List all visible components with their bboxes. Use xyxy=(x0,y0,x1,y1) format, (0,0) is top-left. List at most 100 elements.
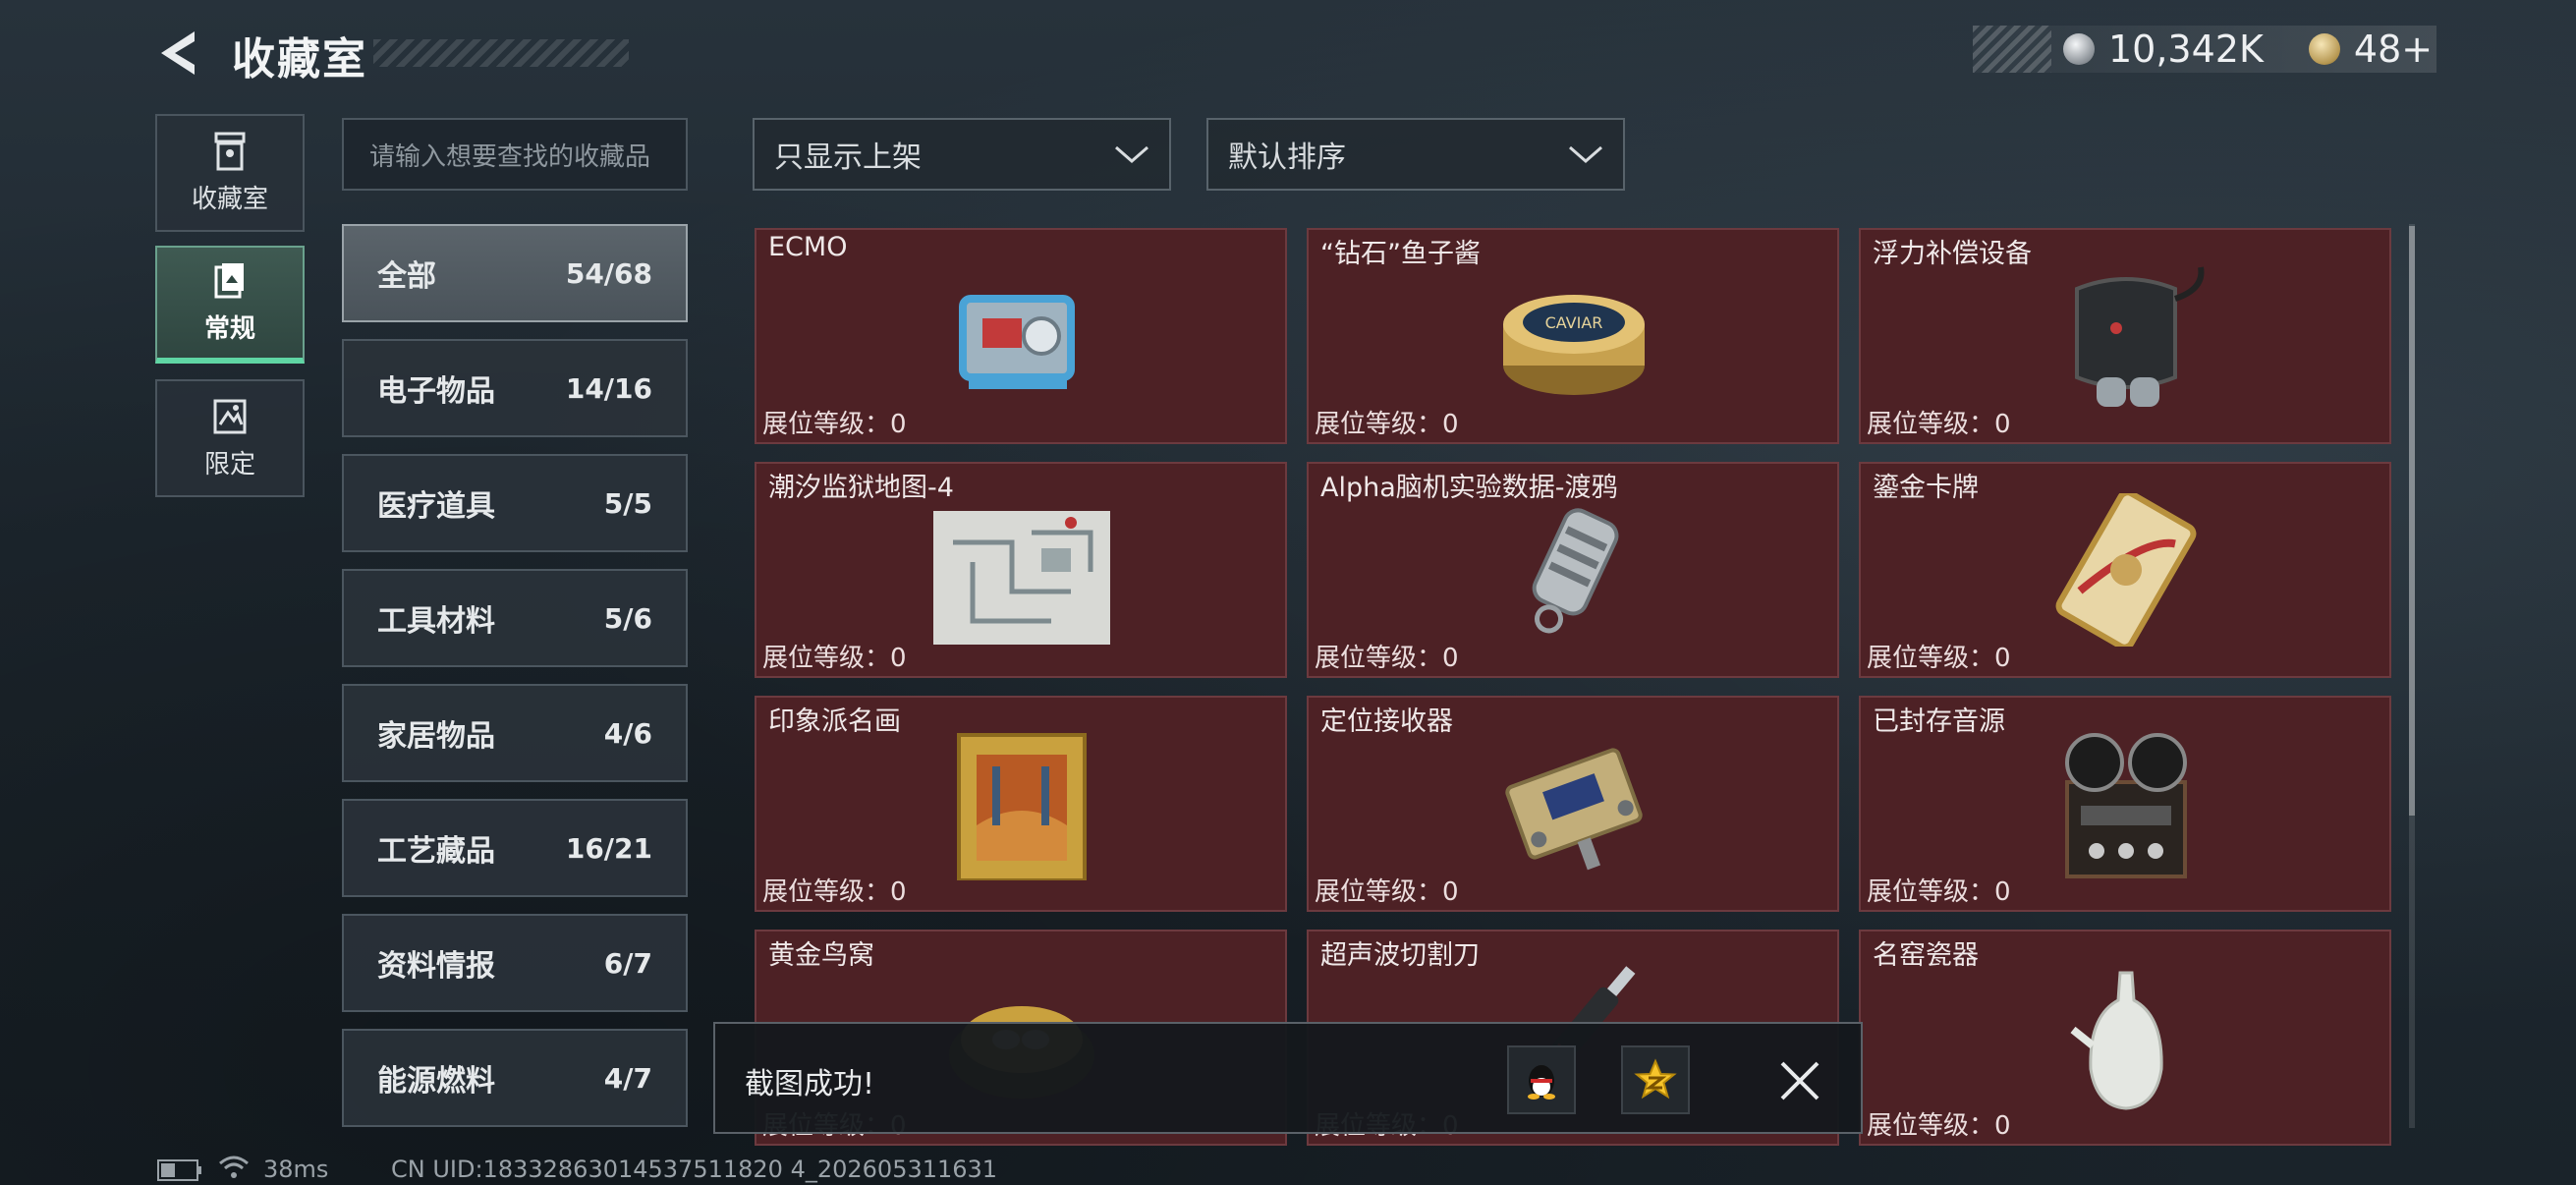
item-name: 浮力补偿设备 xyxy=(1873,239,2032,269)
side-tab-regular[interactable]: 常规 xyxy=(155,246,305,364)
diving-bcd-icon xyxy=(2075,266,2205,407)
side-tab-limited[interactable]: 限定 xyxy=(155,379,305,497)
item-name: 名窑瓷器 xyxy=(1873,940,1979,971)
category-energy[interactable]: 能源燃料 4/7 xyxy=(342,1029,688,1127)
share-qzone-button[interactable] xyxy=(1621,1045,1690,1114)
item-name: 鎏金卡牌 xyxy=(1873,473,1979,503)
item-name: 印象派名画 xyxy=(768,706,901,737)
item-card-prison-map[interactable]: 潮汐监狱地图-4 展位等级：0 xyxy=(755,462,1287,678)
category-intel[interactable]: 资料情报 6/7 xyxy=(342,914,688,1012)
category-crafts[interactable]: 工艺藏品 16/21 xyxy=(342,799,688,897)
screenshot-toast: 截图成功! xyxy=(713,1022,1863,1134)
page-title: 收藏室 xyxy=(232,34,367,85)
category-name: 家居物品 xyxy=(377,719,495,754)
item-name: “钻石”鱼子酱 xyxy=(1320,239,1481,269)
category-name: 工艺藏品 xyxy=(377,834,495,869)
category-electronics[interactable]: 电子物品 14/16 xyxy=(342,339,688,437)
item-card-impressionist-painting[interactable]: 印象派名画 展位等级：0 xyxy=(755,696,1287,912)
grid-scrollbar-thumb[interactable] xyxy=(2409,226,2415,816)
caviar-tin-icon: CAVIAR xyxy=(1503,295,1645,395)
category-count: 16/21 xyxy=(565,831,652,865)
item-name: 超声波切割刀 xyxy=(1320,940,1480,971)
item-display-level: 展位等级：0 xyxy=(1867,410,2011,439)
share-qq-button[interactable] xyxy=(1507,1045,1576,1114)
category-name: 医疗道具 xyxy=(377,489,495,524)
category-count: 5/6 xyxy=(603,601,652,635)
item-display-level: 展位等级：0 xyxy=(1315,877,1459,907)
chevron-down-icon xyxy=(1569,145,1602,163)
category-household[interactable]: 家居物品 4/6 xyxy=(342,684,688,782)
prison-map-icon xyxy=(933,511,1110,645)
category-all[interactable]: 全部 54/68 xyxy=(342,224,688,322)
porcelain-vase-icon xyxy=(2070,971,2163,1110)
battery-icon xyxy=(157,1159,201,1181)
gilded-card-icon xyxy=(2055,493,2197,647)
item-name: 已封存音源 xyxy=(1873,706,2005,737)
side-tab-label: 限定 xyxy=(203,449,255,480)
item-card-diamond-caviar[interactable]: “钻石”鱼子酱 CAVIAR 展位等级：0 xyxy=(1307,228,1839,444)
category-count: 6/7 xyxy=(603,946,652,980)
item-card-sealed-audio[interactable]: 已封存音源 展位等级：0 xyxy=(1859,696,2391,912)
qzone-star-icon xyxy=(1634,1058,1677,1100)
silver-coin-icon xyxy=(2063,33,2095,65)
category-name: 电子物品 xyxy=(377,374,495,409)
item-display-level: 展位等级：0 xyxy=(762,410,907,439)
item-name: 定位接收器 xyxy=(1320,706,1453,737)
category-name: 工具材料 xyxy=(377,604,495,639)
category-name: 资料情报 xyxy=(377,949,495,984)
back-arrow-icon[interactable] xyxy=(155,28,206,79)
filter-dropdown[interactable]: 只显示上架 xyxy=(753,118,1171,191)
item-display-level: 展位等级：0 xyxy=(1867,877,2011,907)
svg-text:CAVIAR: CAVIAR xyxy=(1545,313,1603,332)
wifi-icon xyxy=(219,1156,249,1178)
ecmo-machine-icon xyxy=(959,295,1075,389)
locator-receiver-icon xyxy=(1505,748,1643,871)
data-drive-icon xyxy=(1532,508,1619,634)
item-card-porcelain[interactable]: 名窑瓷器 展位等级：0 xyxy=(1859,930,2391,1146)
side-tab-collection-room[interactable]: 收藏室 xyxy=(155,114,305,232)
reel-tape-recorder-icon xyxy=(2065,733,2187,878)
filter-selected: 只显示上架 xyxy=(774,141,922,175)
gold-coin-icon xyxy=(2308,33,2340,65)
ping-value: 38ms xyxy=(263,1156,329,1183)
category-count: 4/6 xyxy=(603,716,652,750)
item-display-level: 展位等级：0 xyxy=(1867,1111,2011,1141)
title-decoration xyxy=(373,39,629,67)
qq-penguin-icon xyxy=(1528,1065,1555,1100)
item-name: 黄金鸟窝 xyxy=(768,940,874,971)
item-card-ecmo[interactable]: ECMO 展位等级：0 xyxy=(755,228,1287,444)
category-name: 能源燃料 xyxy=(377,1064,495,1099)
chevron-down-icon xyxy=(1115,145,1148,163)
category-count: 54/68 xyxy=(565,256,652,290)
side-tab-label: 收藏室 xyxy=(191,184,268,214)
currency-decoration xyxy=(1973,26,2051,73)
category-medical[interactable]: 医疗道具 5/5 xyxy=(342,454,688,552)
framed-painting-icon xyxy=(957,733,1087,880)
item-display-level: 展位等级：0 xyxy=(1315,644,1459,673)
gold-balance[interactable]: 48+ xyxy=(2354,28,2433,71)
card-stack-icon xyxy=(214,262,244,298)
display-case-icon xyxy=(214,132,246,170)
category-tools[interactable]: 工具材料 5/6 xyxy=(342,569,688,667)
uid-text: CN UID:18332863014537511820 4_2026053116… xyxy=(391,1156,998,1183)
item-name: ECMO xyxy=(768,232,848,262)
item-display-level: 展位等级：0 xyxy=(1315,410,1459,439)
item-display-level: 展位等级：0 xyxy=(1867,644,2011,673)
search-input[interactable]: 请输入想要查找的收藏品 xyxy=(342,118,688,191)
category-count: 4/7 xyxy=(603,1061,652,1095)
category-count: 14/16 xyxy=(565,371,652,405)
sort-dropdown[interactable]: 默认排序 xyxy=(1206,118,1625,191)
side-tab-label: 常规 xyxy=(203,313,255,344)
close-icon[interactable] xyxy=(1778,1059,1821,1102)
item-card-bcd[interactable]: 浮力补偿设备 展位等级：0 xyxy=(1859,228,2391,444)
sort-selected: 默认排序 xyxy=(1228,141,1346,175)
limited-icon xyxy=(213,399,247,433)
category-count: 5/5 xyxy=(603,486,652,520)
item-display-level: 展位等级：0 xyxy=(762,877,907,907)
toast-message: 截图成功! xyxy=(745,1067,875,1101)
item-card-gilded-card[interactable]: 鎏金卡牌 展位等级：0 xyxy=(1859,462,2391,678)
item-card-alpha-data[interactable]: Alpha脑机实验数据-渡鸦 展位等级：0 xyxy=(1307,462,1839,678)
silver-balance: 10,342K xyxy=(2108,28,2264,71)
item-card-locator-receiver[interactable]: 定位接收器 展位等级：0 xyxy=(1307,696,1839,912)
category-name: 全部 xyxy=(377,259,436,294)
